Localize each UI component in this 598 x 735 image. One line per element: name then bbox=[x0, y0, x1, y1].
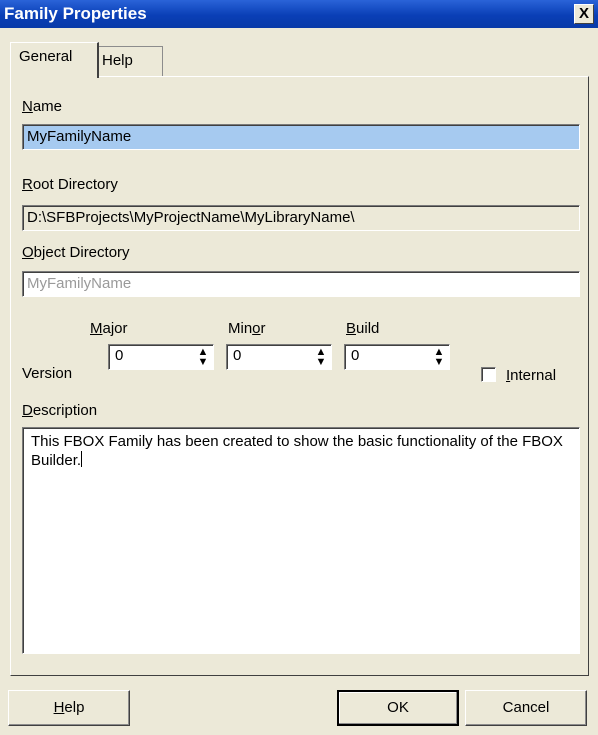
root-directory-label-rest: oot Directory bbox=[32, 176, 118, 193]
build-spin-icon[interactable]: ▲ ▼ bbox=[431, 347, 447, 368]
major-spinner[interactable]: 0 ▲ ▼ bbox=[108, 344, 214, 370]
tab-help[interactable]: Help bbox=[93, 46, 163, 77]
root-directory-field[interactable]: D:\SFBProjects\MyProjectName\MyLibraryNa… bbox=[22, 205, 580, 231]
title-bar[interactable]: Family Properties X bbox=[0, 0, 598, 28]
minor-value[interactable]: 0 bbox=[233, 345, 241, 367]
cancel-button[interactable]: Cancel bbox=[465, 690, 587, 726]
close-icon[interactable]: X bbox=[574, 4, 594, 24]
minor-spinner[interactable]: 0 ▲ ▼ bbox=[226, 344, 332, 370]
name-label: Name bbox=[22, 98, 62, 115]
tab-general[interactable]: General bbox=[10, 42, 99, 78]
version-label: Version bbox=[22, 365, 73, 382]
internal-label[interactable]: Internal bbox=[506, 367, 556, 384]
build-label-key: B bbox=[346, 320, 357, 337]
object-directory-label: Object Directory bbox=[22, 244, 130, 261]
name-field[interactable]: MyFamilyName bbox=[22, 124, 580, 150]
description-textarea[interactable]: This FBOX Family has been created to sho… bbox=[22, 427, 580, 654]
minor-label-key: o bbox=[252, 320, 261, 337]
object-directory-label-rest: bject Directory bbox=[33, 244, 130, 261]
major-label-rest: ajor bbox=[102, 320, 128, 337]
major-label: Major bbox=[90, 320, 128, 337]
major-value[interactable]: 0 bbox=[115, 345, 123, 367]
description-label-key: D bbox=[22, 402, 33, 419]
major-spin-icon[interactable]: ▲ ▼ bbox=[195, 347, 211, 368]
internal-checkbox[interactable] bbox=[481, 367, 496, 382]
family-properties-dialog: Family Properties X Help General Name My… bbox=[0, 0, 598, 735]
build-value[interactable]: 0 bbox=[351, 345, 359, 367]
build-spinner[interactable]: 0 ▲ ▼ bbox=[344, 344, 450, 370]
minor-label: Minor bbox=[228, 320, 266, 337]
major-label-key: M bbox=[90, 320, 103, 337]
internal-label-rest: nternal bbox=[510, 367, 557, 384]
build-label: Build bbox=[346, 320, 379, 337]
name-label-rest: ame bbox=[32, 98, 63, 115]
root-directory-label-key: R bbox=[22, 176, 33, 193]
spin-down-icon[interactable]: ▼ bbox=[195, 357, 211, 368]
description-text[interactable]: This FBOX Family has been created to sho… bbox=[31, 433, 563, 469]
window-title: Family Properties bbox=[4, 4, 147, 23]
build-label-rest: uild bbox=[356, 320, 380, 337]
spin-down-icon[interactable]: ▼ bbox=[431, 357, 447, 368]
root-directory-label: Root Directory bbox=[22, 176, 118, 193]
minor-label-rest: r bbox=[260, 320, 266, 337]
object-directory-field[interactable]: MyFamilyName bbox=[22, 271, 580, 297]
help-button-key: H bbox=[53, 699, 65, 716]
minor-label-pre: Min bbox=[228, 320, 253, 337]
help-button-rest: elp bbox=[64, 699, 85, 716]
text-caret bbox=[81, 451, 83, 467]
object-directory-label-key: O bbox=[22, 244, 34, 261]
help-button[interactable]: Help bbox=[8, 690, 130, 726]
spin-down-icon[interactable]: ▼ bbox=[313, 357, 329, 368]
minor-spin-icon[interactable]: ▲ ▼ bbox=[313, 347, 329, 368]
ok-button[interactable]: OK bbox=[337, 690, 459, 726]
description-label: Description bbox=[22, 402, 97, 419]
name-label-key: N bbox=[22, 98, 33, 115]
description-label-rest: escription bbox=[32, 402, 98, 419]
